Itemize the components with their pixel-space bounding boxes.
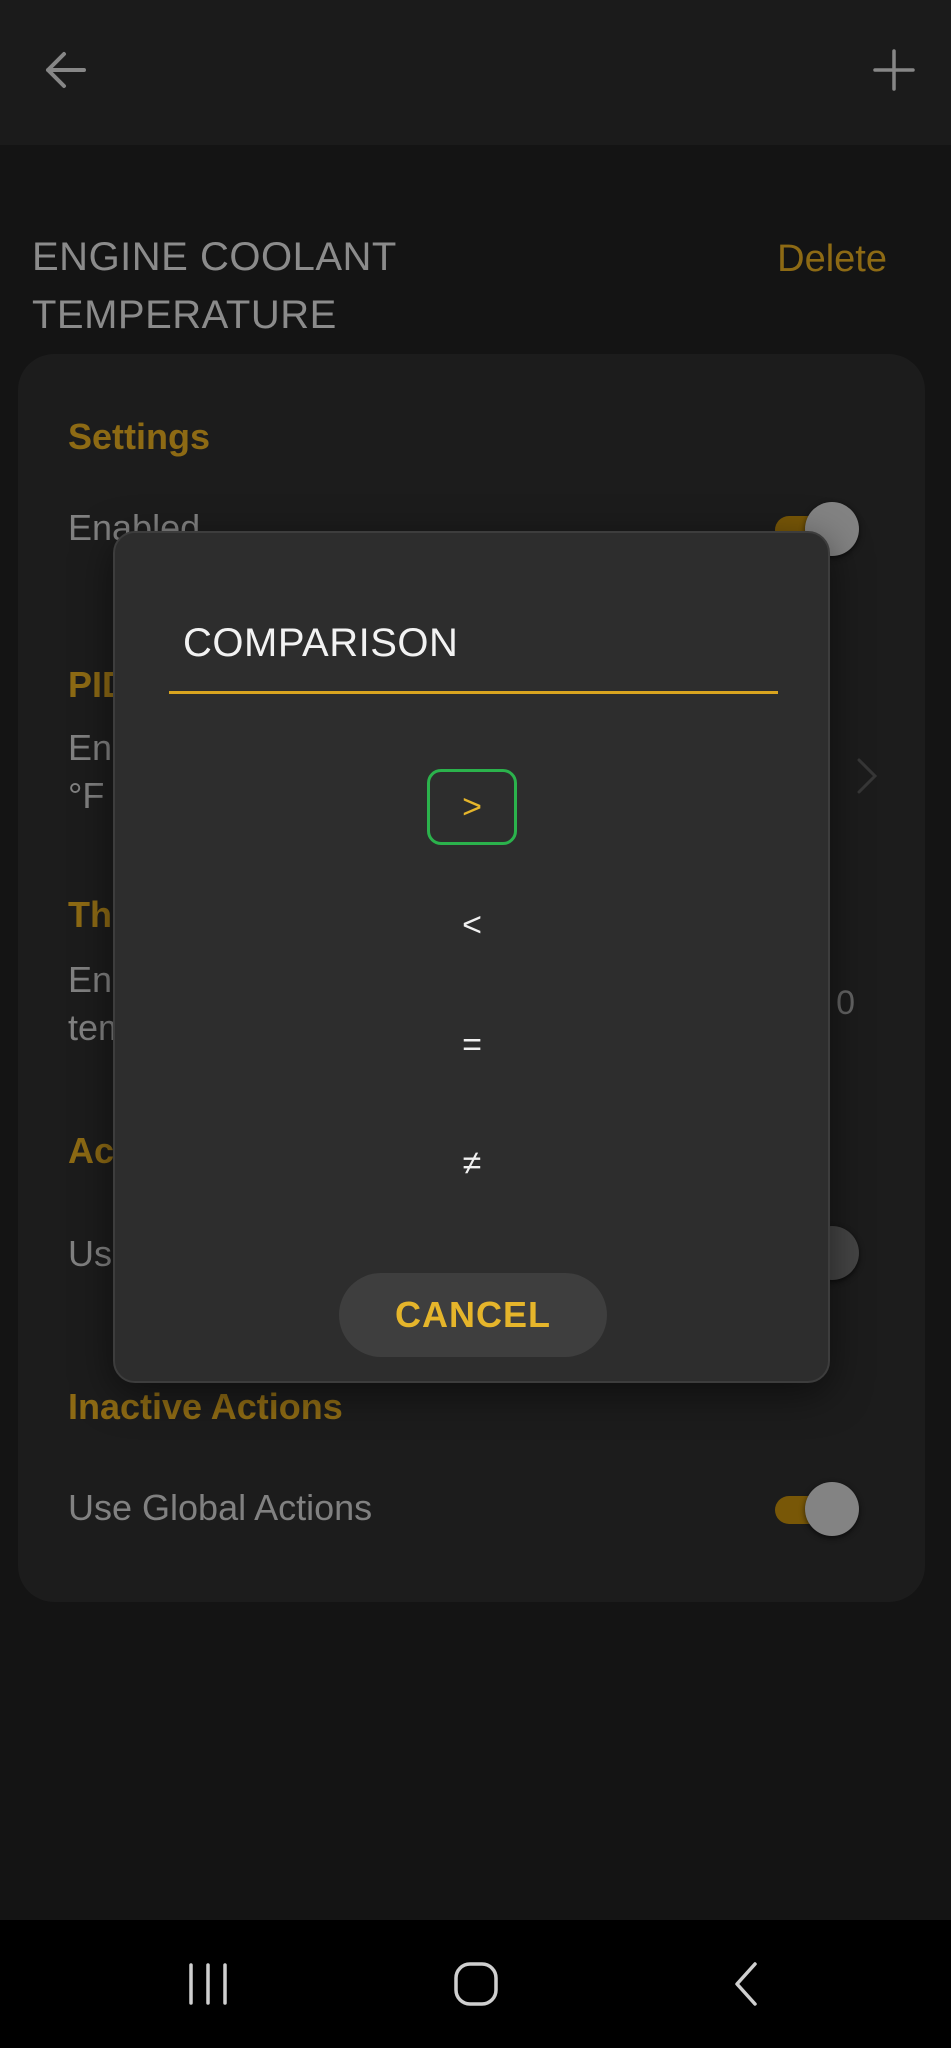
option-not-equal[interactable]: ≠ (427, 1125, 517, 1201)
option-equal[interactable]: = (427, 1007, 517, 1083)
nav-back-icon[interactable] (706, 1948, 786, 2020)
system-nav-bar (0, 1920, 951, 2048)
cancel-button[interactable]: CANCEL (339, 1273, 607, 1357)
home-icon[interactable] (436, 1948, 516, 2020)
option-less-than[interactable]: < (427, 887, 517, 963)
option-greater-than[interactable]: > (427, 769, 517, 845)
comparison-dialog: COMPARISON > < = ≠ CANCEL (113, 531, 830, 1383)
recents-icon[interactable] (168, 1948, 248, 2020)
dialog-title: COMPARISON (183, 621, 459, 665)
dialog-title-underline (169, 691, 778, 694)
